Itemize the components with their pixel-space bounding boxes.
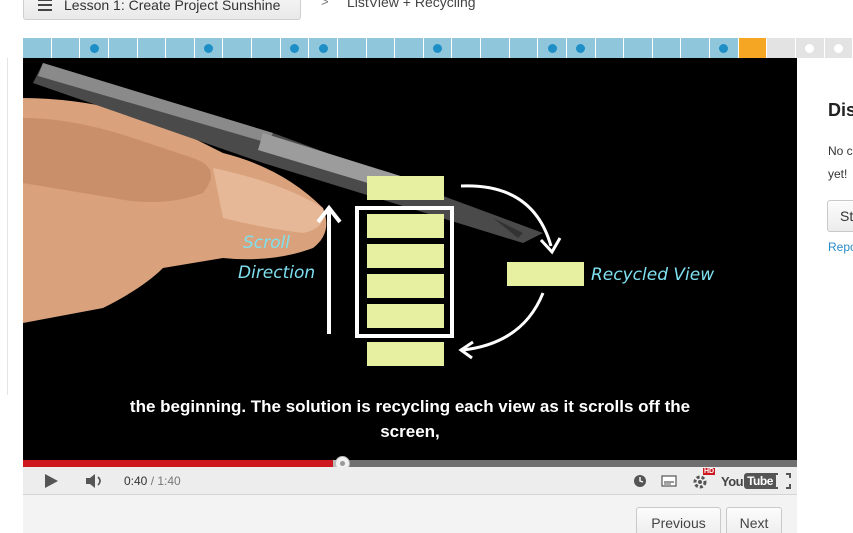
fullscreen-button[interactable] [769,467,795,495]
quiz-marker-icon [719,43,729,53]
lesson-menu-button[interactable]: Lesson 1: Create Project Sunshine [23,0,301,20]
player-controls: 0:40 / 1:40 HD You Tube [23,467,797,495]
youtube-logo-you: You [721,473,744,489]
quiz-marker-icon [204,43,214,53]
settings-button[interactable]: HD [687,467,716,495]
discussion-empty-text: No c yet! [828,140,853,186]
seek-bar[interactable] [23,456,797,471]
video-player[interactable]: Scroll Direction Recycled View the begin… [23,58,797,460]
progress-step-19[interactable] [538,38,566,58]
quiz-marker-icon [289,43,299,53]
progress-step-20[interactable] [566,38,595,58]
report-link[interactable]: Repo [828,240,853,254]
caption-line-2: screen, [380,422,440,441]
progress-step-28[interactable] [795,38,824,58]
progress-step-17[interactable] [481,38,509,58]
fullscreen-icon [773,473,791,489]
time-display: 0:40 / 1:40 [124,474,181,488]
play-button[interactable] [37,467,65,495]
quiz-marker-icon [89,43,99,53]
discussion-title: Dis [828,100,853,120]
duration: 1:40 [157,474,181,488]
lesson-progress-bar [23,38,853,58]
quiz-marker-icon [576,43,586,53]
discussion-empty-line-1: No c [828,144,853,158]
scroll-label: Scroll [243,233,290,253]
recycled-view-label: Recycled View [591,265,714,285]
captions-icon [661,475,677,487]
next-button[interactable]: Next [726,507,782,533]
quiz-marker-icon [318,43,328,53]
progress-step-13[interactable] [366,38,395,58]
progress-step-14[interactable] [395,38,423,58]
progress-step-23[interactable] [652,38,681,58]
list-icon [38,0,52,11]
youtube-logo[interactable]: You Tube [721,472,776,490]
progress-step-1[interactable] [23,38,51,58]
quiz-marker-icon [547,43,557,53]
progress-step-3[interactable] [80,38,108,58]
watch-later-button[interactable] [629,467,651,495]
progress-step-18[interactable] [509,38,538,58]
quiz-marker-icon [833,43,843,53]
volume-button[interactable] [81,467,109,495]
captions-button[interactable] [657,467,681,495]
current-time: 0:40 [124,474,148,488]
breadcrumb-current: ListView + Recycling [347,0,476,10]
lesson-title: Lesson 1: Create Project Sunshine [64,0,281,13]
progress-step-11[interactable] [309,38,337,58]
quiz-marker-icon [433,43,443,53]
seek-played [23,460,333,467]
progress-step-26[interactable] [738,38,767,58]
progress-step-24[interactable] [681,38,709,58]
progress-step-29[interactable] [824,38,853,58]
progress-step-27[interactable] [767,38,795,58]
progress-step-7[interactable] [194,38,223,58]
progress-step-15[interactable] [423,38,452,58]
progress-step-6[interactable] [166,38,194,58]
breadcrumb-separator: > [321,0,329,9]
direction-label: Direction [238,263,315,283]
progress-step-12[interactable] [337,38,366,58]
discussion-empty-line-2: yet! [828,167,848,181]
start-discussion-button[interactable]: St [827,200,853,232]
hd-badge: HD [703,468,716,475]
progress-step-8[interactable] [223,38,251,58]
time-separator: / [147,474,158,488]
quiz-marker-icon [805,43,815,53]
video-caption: the beginning. The solution is recycling… [23,394,797,444]
progress-step-10[interactable] [280,38,309,58]
progress-step-21[interactable] [595,38,624,58]
play-icon [45,474,58,488]
previous-button[interactable]: Previous [636,507,721,533]
progress-step-2[interactable] [51,38,80,58]
progress-step-22[interactable] [624,38,652,58]
progress-step-5[interactable] [137,38,166,58]
progress-step-9[interactable] [252,38,280,58]
caption-line-1: the beginning. The solution is recycling… [129,397,691,416]
volume-icon [86,474,101,488]
progress-step-4[interactable] [108,38,137,58]
lesson-page: Lesson 1: Create Project Sunshine > List… [0,0,853,533]
progress-step-25[interactable] [710,38,738,58]
watch-later-icon [634,475,646,487]
progress-step-16[interactable] [452,38,480,58]
divider [7,58,8,395]
